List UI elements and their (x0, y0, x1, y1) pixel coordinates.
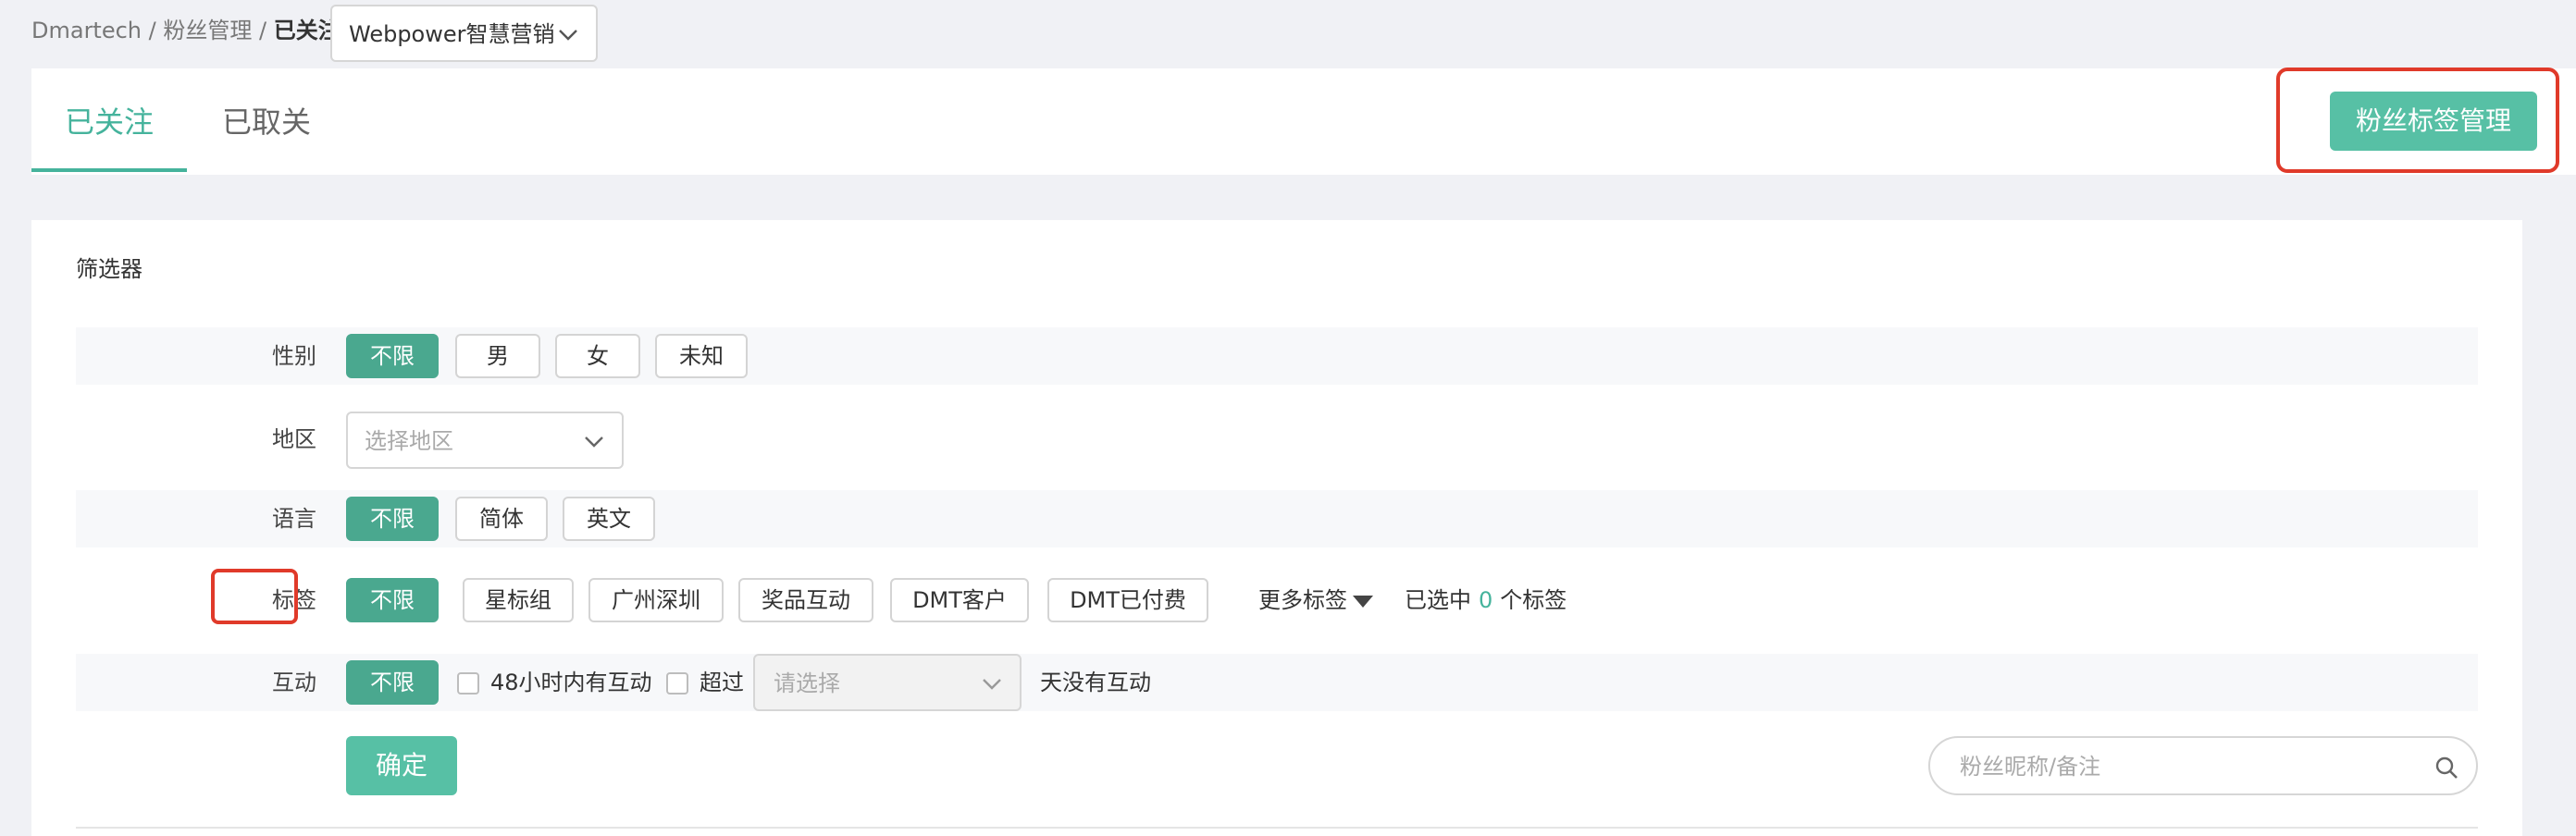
gender-option-female[interactable]: 女 (555, 334, 640, 378)
account-select[interactable]: Webpower智慧营销 (330, 5, 598, 62)
filter-row-region: 地区 选择地区 (76, 408, 2478, 469)
selected-suffix: 个标签 (1500, 587, 1567, 613)
tag-option-unlimited[interactable]: 不限 (346, 578, 439, 622)
confirm-button[interactable]: 确定 (346, 736, 457, 795)
breadcrumb-separator: / (142, 18, 164, 43)
tag-option-dmt-paid[interactable]: DMT已付费 (1047, 578, 1208, 622)
filter-row-interaction: 互动 不限 48小时内有互动 超过 请选择 天没有互动 (76, 654, 2478, 711)
over-label: 超过 (700, 670, 744, 695)
tag-option-guangzhou-shenzhen[interactable]: 广州深圳 (588, 578, 724, 622)
days-select-placeholder: 请选择 (774, 670, 840, 696)
active-tab-indicator (31, 168, 187, 172)
filter-row-tags: 标签 不限 星标组 广州深圳 奖品互动 DMT客户 DMT已付费 更多标签 已选… (76, 572, 2478, 629)
region-label: 地区 (272, 426, 316, 452)
language-label: 语言 (272, 506, 316, 532)
account-select-value: Webpower智慧营销 (349, 21, 555, 47)
more-tags-toggle[interactable]: 更多标签 (1258, 572, 1373, 629)
breadcrumb-root[interactable]: Dmartech (31, 18, 142, 43)
gender-option-male[interactable]: 男 (455, 334, 540, 378)
search-icon[interactable] (2434, 755, 2459, 781)
gender-label: 性别 (272, 343, 316, 369)
tag-option-dmt-customer[interactable]: DMT客户 (890, 578, 1029, 622)
region-select[interactable]: 选择地区 (346, 412, 624, 469)
selected-tags-count: 已选中 0 个标签 (1405, 572, 1567, 629)
tab-unfollowed[interactable]: 已取关 (222, 102, 311, 142)
filter-title: 筛选器 (76, 256, 142, 282)
search-placeholder: 粉丝昵称/备注 (1960, 754, 2101, 780)
filter-row-language: 语言 不限 简体 英文 (76, 490, 2478, 547)
within-48h-label: 48小时内有互动 (490, 670, 652, 695)
over-days-checkbox[interactable] (666, 672, 688, 695)
region-select-placeholder: 选择地区 (365, 428, 453, 454)
filter-row-gender: 性别 不限 男 女 未知 (76, 327, 2478, 385)
filter-panel: 筛选器 性别 不限 男 女 未知 地区 选择地区 语言 不限 简体 英文 标签 … (31, 220, 2522, 836)
no-interaction-days-label: 天没有互动 (1040, 670, 1151, 695)
gender-option-unlimited[interactable]: 不限 (346, 334, 439, 378)
tags-label-highlight-box (211, 569, 298, 624)
selected-count-number: 0 (1479, 587, 1493, 613)
chevron-down-icon (983, 679, 1001, 690)
fan-tag-manage-button[interactable]: 粉丝标签管理 (2330, 92, 2537, 151)
tab-followed[interactable]: 已关注 (65, 102, 154, 142)
gender-option-unknown[interactable]: 未知 (655, 334, 748, 378)
breadcrumb-separator: / (252, 18, 274, 43)
language-option-unlimited[interactable]: 不限 (346, 497, 439, 541)
interaction-option-unlimited[interactable]: 不限 (346, 660, 439, 705)
breadcrumb: Dmartech / 粉丝管理 / 已关注 (31, 15, 341, 46)
divider (76, 827, 2478, 829)
selected-prefix: 已选中 (1405, 587, 1471, 613)
breadcrumb-bar: Dmartech / 粉丝管理 / 已关注 Webpower智慧营销 (0, 0, 2576, 67)
days-select[interactable]: 请选择 (753, 654, 1022, 711)
tag-option-prize-interaction[interactable]: 奖品互动 (738, 578, 873, 622)
fan-search-input[interactable]: 粉丝昵称/备注 (1928, 736, 2478, 795)
tag-option-star-group[interactable]: 星标组 (463, 578, 574, 622)
within-48h-checkbox[interactable] (457, 672, 479, 695)
interaction-label: 互动 (272, 670, 316, 695)
more-tags-label: 更多标签 (1258, 587, 1347, 613)
chevron-down-icon (559, 30, 577, 41)
language-option-english[interactable]: 英文 (563, 497, 655, 541)
language-option-simplified[interactable]: 简体 (455, 497, 548, 541)
breadcrumb-section[interactable]: 粉丝管理 (163, 18, 252, 43)
chevron-down-icon (585, 436, 603, 448)
caret-down-icon (1353, 595, 1373, 608)
tabs-header: 已关注 已取关 (31, 68, 2576, 175)
